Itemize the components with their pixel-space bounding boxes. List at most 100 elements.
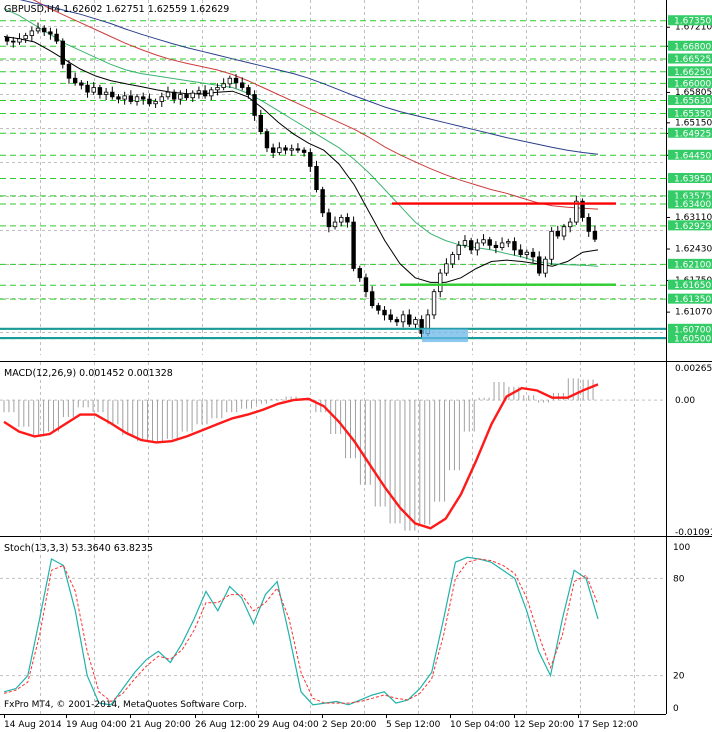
candle-body-up xyxy=(339,217,344,223)
price-level-label: 1.63400 xyxy=(674,200,711,210)
stoch-panel[interactable]: 100 80 20 0 Stoch(13,3,3) 53.3640 63.8235 F… xyxy=(0,536,712,715)
candle-body-down xyxy=(537,256,542,274)
candle-body-down xyxy=(60,40,65,65)
candle-body-down xyxy=(85,84,90,93)
time-tick-label: 14 Aug 2014 xyxy=(4,720,62,730)
candle-body-down xyxy=(202,90,208,97)
candle-body-down xyxy=(512,241,517,251)
candle-body-down xyxy=(592,230,598,240)
stoch-tick-label: 100 xyxy=(673,543,690,553)
candle xyxy=(431,288,437,320)
macd-header: MACD(12,26,9) 0.001452 0.001328 xyxy=(4,368,173,379)
candle-body-down xyxy=(314,165,319,190)
candle-body-up xyxy=(475,242,480,251)
candle-body-up xyxy=(209,89,214,97)
stoch-axis: 100 80 20 0 xyxy=(673,543,690,714)
candle-body-up xyxy=(134,96,140,102)
candle-body-up xyxy=(506,241,511,244)
price-level-label: 1.62929 xyxy=(674,222,711,232)
candle-body-up xyxy=(567,221,573,228)
candle-body-down xyxy=(283,147,288,151)
candle-body-up xyxy=(289,148,294,151)
candle-body-up xyxy=(400,314,406,323)
stoch-grid xyxy=(0,537,666,714)
candle-body-down xyxy=(116,96,121,100)
candle-body-up xyxy=(29,30,35,36)
candle xyxy=(60,38,65,69)
candle-body-down xyxy=(363,277,369,293)
candle-body-down xyxy=(184,94,189,99)
candle-body-down xyxy=(555,230,560,237)
candle-body-down xyxy=(369,291,375,306)
candle-body-down xyxy=(376,305,381,311)
candle-body-up xyxy=(524,251,530,255)
price-level-label: 1.62100 xyxy=(674,260,711,270)
candle-body-up xyxy=(35,27,41,32)
candle-body-down xyxy=(240,82,245,88)
candle-body-up xyxy=(215,87,220,91)
stoch-tick-label: 20 xyxy=(673,672,685,682)
candle-body-down xyxy=(295,148,301,151)
price-level-label: 1.61350 xyxy=(674,295,711,305)
price-level-label: 1.66525 xyxy=(674,55,711,65)
candle-body-down xyxy=(246,87,251,95)
stoch-line-signal xyxy=(3,558,599,704)
candle-body-down xyxy=(487,239,492,246)
candle-body-down xyxy=(345,217,350,223)
candle-body-down xyxy=(110,91,115,98)
candle-body-down xyxy=(468,240,474,251)
candle-body-down xyxy=(518,249,523,255)
candle-body-down xyxy=(326,212,332,228)
candle-body-up xyxy=(122,95,127,100)
price-tick-label: 1.65150 xyxy=(675,118,712,128)
candle-body-down xyxy=(586,217,591,232)
candle-body-down xyxy=(357,268,362,279)
candle-body-down xyxy=(141,96,146,100)
candle xyxy=(351,216,356,272)
candle-body-down xyxy=(72,77,78,84)
time-tick-label: 12 Sep 20:00 xyxy=(514,720,574,730)
candle-body-up xyxy=(190,92,195,99)
macd-axis: 0.0026590.00-0.010914 xyxy=(675,364,712,538)
candle-body-down xyxy=(301,149,307,153)
candle-body-up xyxy=(332,221,338,228)
candle-body-down xyxy=(4,37,10,42)
candle-body-up xyxy=(561,226,567,237)
price-level-label: 1.65350 xyxy=(674,110,711,120)
price-level-label: 1.66250 xyxy=(674,68,711,78)
candle xyxy=(549,227,554,265)
time-tick-label: 29 Aug 04:00 xyxy=(258,720,319,730)
candle-body-down xyxy=(320,189,325,214)
candle-body-down xyxy=(258,114,263,133)
stoch-tick-label: 0 xyxy=(673,704,679,714)
candle-body-down xyxy=(351,221,356,269)
candle-body-up xyxy=(103,91,109,95)
time-tick-label: 2 Sep 20:00 xyxy=(322,720,377,730)
candle-body-down xyxy=(171,91,177,100)
price-panel-bg xyxy=(0,0,666,355)
time-tick-label: 26 Aug 12:00 xyxy=(195,720,256,730)
price-tick-label: 1.61070 xyxy=(675,308,712,318)
price-level-label: 1.66000 xyxy=(674,79,711,89)
chart-window: 1.672101.668001.658051.651501.649201.644… xyxy=(0,0,712,730)
stoch-lines xyxy=(3,556,599,706)
macd-panel[interactable]: 0.0026590.00-0.010914 MACD(12,26,9) 0.00… xyxy=(0,361,712,539)
candle-body-down xyxy=(264,131,270,149)
candle-body-down xyxy=(11,40,16,43)
candle-body-down xyxy=(382,309,387,316)
candle-body-up xyxy=(431,291,437,316)
price-level-label: 1.64450 xyxy=(674,151,711,161)
candle-body-down xyxy=(530,251,536,258)
price-panel[interactable]: 1.672101.668001.658051.651501.649201.644… xyxy=(0,0,712,355)
time-tick-label: 5 Sep 12:00 xyxy=(386,720,441,730)
candle-body-up xyxy=(543,258,548,274)
candle-body-down xyxy=(48,31,53,35)
candle-body-down xyxy=(270,147,276,153)
candle-body-up xyxy=(153,101,158,105)
candle-body-up xyxy=(549,230,554,260)
candle-body-up xyxy=(221,83,226,88)
candle-body-up xyxy=(499,242,505,249)
candle-body-down xyxy=(147,98,152,105)
candle-body-down xyxy=(407,314,412,325)
candle xyxy=(320,186,325,217)
